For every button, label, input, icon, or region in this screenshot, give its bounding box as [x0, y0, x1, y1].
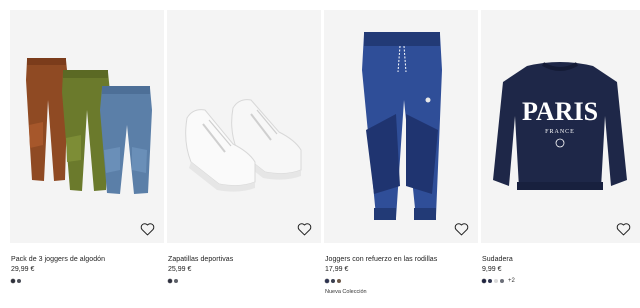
color-swatches: [11, 278, 21, 284]
color-swatch[interactable]: [482, 279, 486, 283]
joggers-pack-illustration: [26, 58, 152, 194]
color-swatches: [168, 278, 178, 284]
favorite-button[interactable]: [616, 222, 631, 236]
color-swatch[interactable]: [500, 279, 504, 283]
product-image-knee-joggers[interactable]: [324, 10, 478, 243]
sneakers-illustration: [185, 99, 302, 192]
product-image-sweatshirt[interactable]: PARIS FRANCE: [481, 10, 640, 243]
color-swatch[interactable]: [174, 279, 178, 283]
product-title[interactable]: Zapatillas deportivas: [168, 256, 233, 263]
color-swatch[interactable]: [494, 279, 498, 283]
product-title[interactable]: Pack de 3 joggers de algodón: [11, 256, 105, 263]
favorite-button[interactable]: [297, 222, 312, 236]
color-swatch[interactable]: [331, 279, 335, 283]
color-swatch[interactable]: [168, 279, 172, 283]
color-swatch[interactable]: [488, 279, 492, 283]
new-collection-badge: Nueva Colección: [325, 289, 367, 295]
sweatshirt-illustration: PARIS FRANCE: [493, 62, 627, 190]
favorite-button[interactable]: [140, 222, 155, 236]
product-card: Joggers con refuerzo en las rodillas 17,…: [324, 10, 478, 308]
print-main-text: PARIS: [522, 97, 598, 126]
product-title[interactable]: Joggers con refuerzo en las rodillas: [325, 256, 437, 263]
color-swatch[interactable]: [337, 279, 341, 283]
color-swatch[interactable]: [11, 279, 15, 283]
knee-joggers-illustration: [362, 32, 442, 220]
product-price: 17,99 €: [325, 266, 349, 273]
heart-outline-icon: [454, 223, 469, 236]
product-image-joggers-pack[interactable]: [10, 10, 164, 243]
color-swatch[interactable]: [325, 279, 329, 283]
product-price: 29,99 €: [11, 266, 35, 273]
product-grid: Pack de 3 joggers de algodón 29,99 € Zap…: [10, 10, 640, 308]
heart-outline-icon: [140, 223, 155, 236]
heart-outline-icon: [297, 223, 312, 236]
product-title[interactable]: Sudadera: [482, 256, 513, 263]
print-sub-text: FRANCE: [545, 129, 575, 135]
more-colors-count[interactable]: +2: [508, 278, 515, 284]
color-swatches: +2: [482, 278, 515, 284]
color-swatch[interactable]: [17, 279, 21, 283]
product-price: 9,99 €: [482, 266, 502, 273]
product-price: 25,99 €: [168, 266, 192, 273]
product-image-sneakers[interactable]: [167, 10, 321, 243]
product-card: Zapatillas deportivas 25,99 €: [167, 10, 321, 308]
favorite-button[interactable]: [454, 222, 469, 236]
color-swatches: [325, 278, 341, 284]
product-card: Pack de 3 joggers de algodón 29,99 €: [10, 10, 164, 308]
heart-outline-icon: [616, 223, 631, 236]
product-card: PARIS FRANCE Sudadera 9,99 € +2: [481, 10, 640, 308]
